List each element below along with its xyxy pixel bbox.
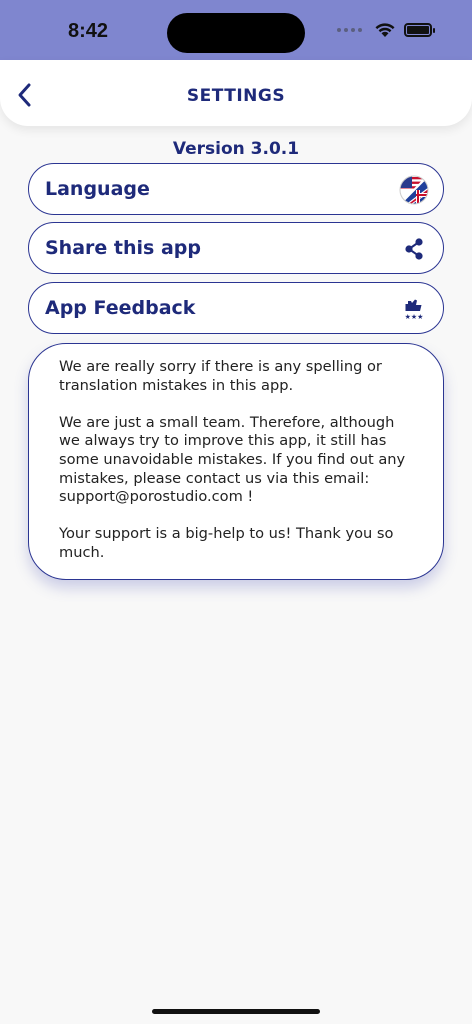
status-bar: 8:42: [0, 0, 472, 62]
language-row[interactable]: Language: [28, 163, 444, 215]
dynamic-island: [167, 13, 305, 53]
status-icons: [337, 22, 435, 38]
info-message: We are really sorry if there is any spel…: [59, 358, 406, 561]
status-time: 8:42: [68, 20, 109, 42]
app-feedback-row[interactable]: App Feedback ★★★: [28, 282, 444, 334]
share-app-label: Share this app: [45, 237, 201, 259]
app-feedback-label: App Feedback: [45, 297, 196, 319]
language-label: Language: [45, 178, 150, 200]
rating-feedback-icon: ★★★: [405, 299, 424, 321]
nav-header: SETTINGS: [0, 60, 472, 126]
home-indicator[interactable]: [152, 1009, 320, 1014]
page-title: SETTINGS: [186, 86, 286, 106]
info-card: We are really sorry if there is any spel…: [28, 343, 444, 580]
share-app-row[interactable]: Share this app: [28, 222, 444, 274]
battery-icon: [404, 23, 435, 37]
signal-dots-icon: [337, 28, 362, 32]
svg-text:★★★: ★★★: [405, 313, 424, 321]
version-label: Version 3.0.1: [172, 139, 300, 159]
uk-us-flag-icon: [399, 175, 429, 205]
wifi-icon: [375, 23, 395, 37]
share-icon: [405, 238, 423, 260]
